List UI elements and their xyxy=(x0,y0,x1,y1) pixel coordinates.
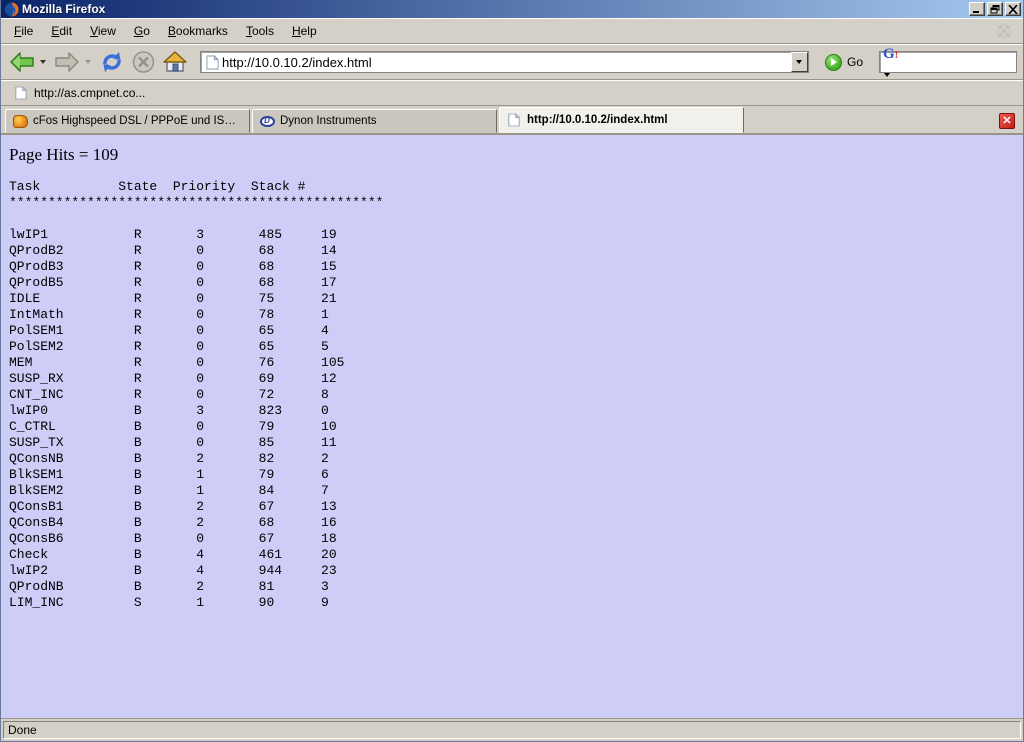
tab-index-html[interactable]: http://10.0.10.2/index.html xyxy=(499,107,744,133)
table-row: QProdB3 R 0 68 15 xyxy=(9,259,1015,275)
table-row: SUSP_TX B 0 85 11 xyxy=(9,435,1015,451)
bookmarks-toolbar: http://as.cmpnet.co... xyxy=(1,80,1023,106)
menu-edit[interactable]: Edit xyxy=(42,20,81,42)
table-row: C_CTRL B 0 79 10 xyxy=(9,419,1015,435)
table-row: QConsB6 B 0 67 18 xyxy=(9,531,1015,547)
address-dropdown-button[interactable] xyxy=(791,52,808,72)
throbber-icon xyxy=(995,22,1013,40)
table-row: lwIP1 R 3 485 19 xyxy=(9,227,1015,243)
task-table: Task State Priority Stack #*************… xyxy=(9,179,1015,611)
table-row: LIM_INC S 1 90 9 xyxy=(9,595,1015,611)
navigation-toolbar: Go G! xyxy=(1,44,1023,80)
title-bar: Mozilla Firefox xyxy=(1,0,1023,18)
address-input[interactable] xyxy=(220,55,791,70)
table-row: lwIP2 B 4 944 23 xyxy=(9,563,1015,579)
page-icon xyxy=(204,54,220,70)
cfos-icon xyxy=(12,113,28,129)
stop-button[interactable] xyxy=(129,48,158,76)
firefox-icon xyxy=(3,1,19,17)
bookmark-label: http://as.cmpnet.co... xyxy=(34,86,145,100)
table-row: IntMath R 0 78 1 xyxy=(9,307,1015,323)
tab-dynon[interactable]: D Dynon Instruments xyxy=(252,109,497,133)
page-hits-text: Page Hits = 109 xyxy=(9,145,1015,165)
tab-label: Dynon Instruments xyxy=(280,115,377,127)
go-icon xyxy=(825,54,842,71)
table-row: Check B 4 461 20 xyxy=(9,547,1015,563)
table-row: QConsNB B 2 82 2 xyxy=(9,451,1015,467)
close-button[interactable] xyxy=(1005,2,1021,16)
table-row: BlkSEM1 B 1 79 6 xyxy=(9,467,1015,483)
minimize-button[interactable] xyxy=(969,2,985,16)
menu-go[interactable]: Go xyxy=(125,20,159,42)
dynon-icon: D xyxy=(259,113,275,129)
forward-dropdown-icon[interactable] xyxy=(85,60,91,64)
status-text: Done xyxy=(3,721,1021,739)
table-row: QProdB2 R 0 68 14 xyxy=(9,243,1015,259)
go-label: Go xyxy=(847,55,863,69)
table-separator: ****************************************… xyxy=(9,195,1015,211)
tab-label: http://10.0.10.2/index.html xyxy=(527,114,668,126)
tab-bar: cFos Highspeed DSL / PPPoE und ISDN CAP.… xyxy=(1,106,1023,135)
search-input[interactable] xyxy=(899,54,1024,70)
table-row: lwIP0 B 3 823 0 xyxy=(9,403,1015,419)
table-header: Task State Priority Stack # xyxy=(9,179,1015,195)
search-bar: G! xyxy=(879,51,1017,73)
back-button[interactable] xyxy=(7,48,37,76)
restore-button[interactable] xyxy=(987,2,1003,16)
menu-tools[interactable]: Tools xyxy=(237,20,283,42)
table-row: PolSEM1 R 0 65 4 xyxy=(9,323,1015,339)
menu-help[interactable]: Help xyxy=(283,20,326,42)
reload-button[interactable] xyxy=(97,48,127,76)
tab-label: cFos Highspeed DSL / PPPoE und ISDN CAP.… xyxy=(33,115,243,127)
table-row: QConsB4 B 2 68 16 xyxy=(9,515,1015,531)
tab-cfos[interactable]: cFos Highspeed DSL / PPPoE und ISDN CAP.… xyxy=(5,109,250,133)
table-row: QProdNB B 2 81 3 xyxy=(9,579,1015,595)
forward-button[interactable] xyxy=(52,48,82,76)
menu-file[interactable]: File xyxy=(5,20,42,42)
table-row: IDLE R 0 75 21 xyxy=(9,291,1015,307)
address-bar xyxy=(200,51,809,73)
table-row: CNT_INC R 0 72 8 xyxy=(9,387,1015,403)
table-blank-line xyxy=(9,211,1015,227)
go-button[interactable]: Go xyxy=(819,53,869,72)
table-row: QProdB5 R 0 68 17 xyxy=(9,275,1015,291)
page-icon xyxy=(13,85,29,101)
table-row: MEM R 0 76 105 xyxy=(9,355,1015,371)
menu-bar: File Edit View Go Bookmarks Tools Help xyxy=(1,18,1023,44)
table-row: BlkSEM2 B 1 84 7 xyxy=(9,483,1015,499)
home-button[interactable] xyxy=(160,48,190,76)
table-row: SUSP_RX R 0 69 12 xyxy=(9,371,1015,387)
bookmark-item[interactable]: http://as.cmpnet.co... xyxy=(7,83,151,103)
browser-window: Mozilla Firefox File Edit xyxy=(0,0,1024,742)
table-row: PolSEM2 R 0 65 5 xyxy=(9,339,1015,355)
page-icon xyxy=(506,112,522,128)
menu-view[interactable]: View xyxy=(81,20,125,42)
menu-bookmarks[interactable]: Bookmarks xyxy=(159,20,237,42)
page-content: Page Hits = 109 Task State Priority Stac… xyxy=(1,135,1023,718)
close-tab-button[interactable]: ✕ xyxy=(999,113,1015,129)
status-bar: Done xyxy=(1,718,1023,741)
table-row: QConsB1 B 2 67 13 xyxy=(9,499,1015,515)
google-icon[interactable]: G! xyxy=(883,47,898,77)
window-title: Mozilla Firefox xyxy=(22,0,969,18)
back-dropdown-icon[interactable] xyxy=(40,60,46,64)
